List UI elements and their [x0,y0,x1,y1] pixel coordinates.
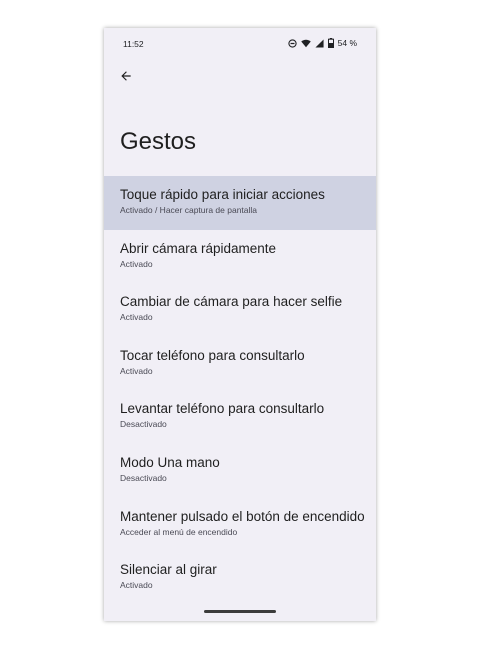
setting-summary: Activado / Hacer captura de pantalla [120,205,258,215]
arrow-back-icon [119,69,133,88]
setting-title: Levantar teléfono para consultarlo [120,401,325,417]
setting-summary: Desactivado [120,419,167,430]
setting-summary: Desactivado [120,472,167,483]
setting-quick-camera[interactable]: Abrir cámara rápidamente Activado [104,230,376,284]
setting-flip-camera[interactable]: Cambiar de cámara para hacer selfie Acti… [104,283,376,337]
signal-icon [315,38,324,48]
do-not-disturb-icon [287,38,297,48]
setting-title: Mantener pulsado el botón de encendido [120,508,365,524]
setting-lift-to-check[interactable]: Levantar teléfono para consultarlo Desac… [104,390,376,444]
setting-title: Toque rápido para iniciar acciones [120,187,325,202]
setting-quick-tap[interactable]: Toque rápido para iniciar acciones Activ… [104,176,376,230]
setting-title: Tocar teléfono para consultarlo [120,347,305,363]
setting-title: Silenciar al girar [120,562,217,578]
phone-screen: 11:52 54 % Gestos Toque rápido para inic… [104,28,376,621]
status-time: 11:52 [123,39,144,49]
setting-power-button-hold[interactable]: Mantener pulsado el botón de encendido A… [104,498,376,552]
setting-title: Cambiar de cámara para hacer selfie [120,294,343,310]
setting-summary: Activado [120,258,153,269]
status-bar: 11:52 54 % [104,28,376,58]
setting-flip-to-silence[interactable]: Silenciar al girar Activado [104,551,376,605]
setting-one-handed-mode[interactable]: Modo Una mano Desactivado [104,444,376,498]
setting-title: Modo Una mano [120,454,220,470]
setting-title: Abrir cámara rápidamente [120,240,277,256]
setting-summary: Activado [120,365,153,376]
page-title: Gestos [120,128,197,155]
setting-summary: Activado [120,580,153,591]
gesture-nav-handle[interactable] [204,610,276,613]
setting-summary: Acceder al menú de encendido [120,526,238,537]
status-icons: 54 % [287,38,357,48]
settings-list: Toque rápido para iniciar acciones Activ… [104,176,376,605]
setting-summary: Activado [120,312,153,323]
battery-icon [327,38,334,48]
setting-tap-to-check[interactable]: Tocar teléfono para consultarlo Activado [104,337,376,391]
wifi-icon [300,39,311,48]
battery-percentage: 54 % [337,38,357,48]
back-button[interactable] [114,66,138,90]
